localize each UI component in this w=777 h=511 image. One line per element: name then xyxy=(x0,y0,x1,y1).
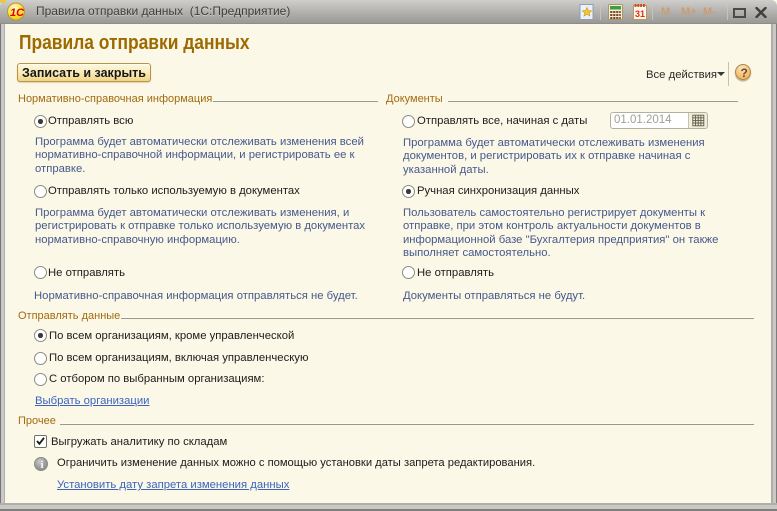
svg-text:31: 31 xyxy=(635,9,645,19)
svg-text:1C: 1C xyxy=(10,7,25,19)
